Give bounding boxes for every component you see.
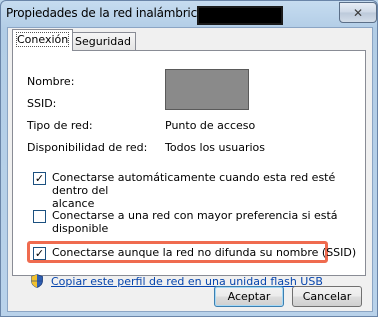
ssid-label: SSID: [27,97,57,110]
window-title: Propiedades de la red inalámbrica [6,6,205,20]
network-type-label: Tipo de red: [27,119,93,132]
prefer-other-checkbox[interactable] [33,210,46,223]
tab-conexion[interactable]: Conexión [12,29,74,51]
availability-label: Disponibilidad de red: [27,141,148,154]
accept-button[interactable]: Aceptar [214,286,284,307]
tab-conexion-label: Conexión [15,32,70,47]
redacted-name-ssid [165,69,249,110]
cancel-button-label: Cancelar [302,290,352,303]
name-label: Nombre: [27,75,75,88]
accept-button-label: Aceptar [227,290,271,303]
title-bar[interactable]: Propiedades de la red inalámbrica ✕ [1,1,377,27]
network-type-value: Punto de acceso [165,119,256,132]
auto-connect-checkbox[interactable]: ✓ [33,172,46,185]
hidden-ssid-checkbox[interactable]: ✓ [33,247,46,260]
dialog-client-area: Conexión Seguridad Nombre: SSID: Tipo de… [7,27,373,312]
tab-seguridad-label: Seguridad [75,35,131,48]
hidden-ssid-label: Conectarse aunque la red no difunda su n… [52,246,357,259]
hidden-ssid-option[interactable]: ✓ Conectarse aunque la red no difunda su… [33,246,356,260]
tab-panel-conexion: Nombre: SSID: Tipo de red: Punto de acce… [12,50,366,288]
prefer-other-label: Conectarse a una red con mayor preferenc… [52,209,338,235]
auto-connect-label-line1: Conectarse automáticamente cuando esta r… [52,171,336,197]
prefer-other-option[interactable]: Conectarse a una red con mayor preferenc… [33,209,365,235]
dialog-window: Propiedades de la red inalámbrica ✕ Cone… [0,0,378,317]
availability-value: Todos los usuarios [165,141,265,154]
redacted-title-segment [197,6,283,25]
close-icon: ✕ [352,5,364,20]
uac-shield-icon [31,274,43,288]
auto-connect-option[interactable]: ✓ Conectarse automáticamente cuando esta… [33,171,365,210]
close-button[interactable]: ✕ [339,2,377,23]
tab-seguridad[interactable]: Seguridad [70,32,136,51]
cancel-button[interactable]: Cancelar [292,286,362,307]
